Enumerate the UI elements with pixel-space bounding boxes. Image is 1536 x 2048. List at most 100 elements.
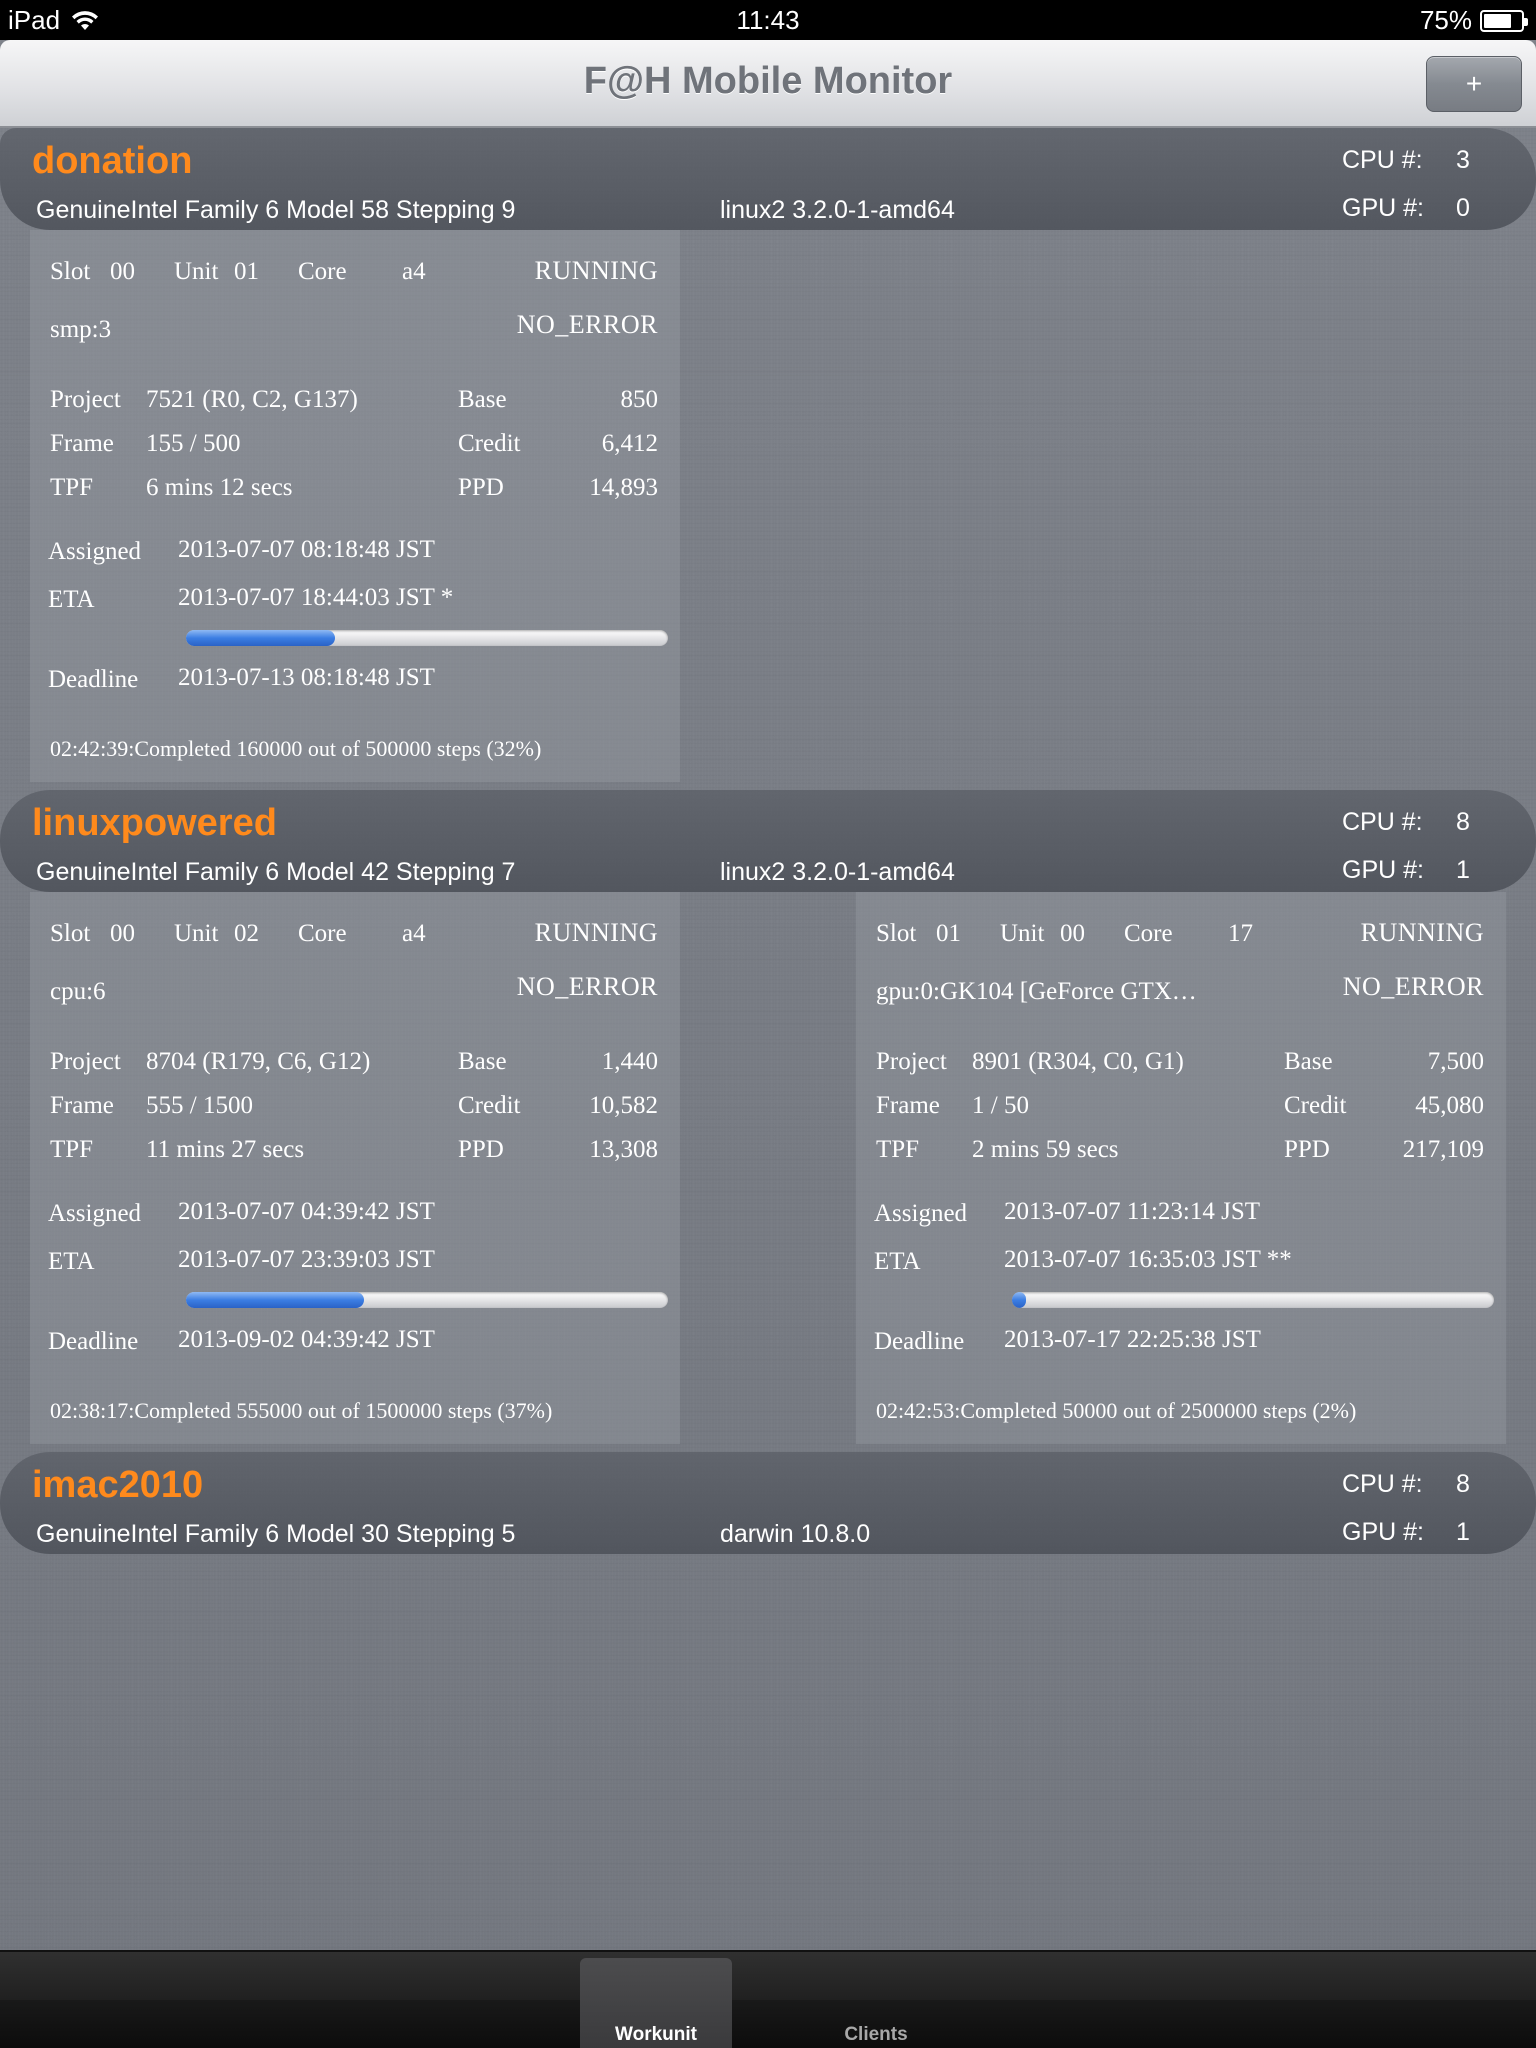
add-client-button[interactable]: + [1426,56,1522,112]
project-label: Project [50,1048,121,1075]
assigned-label: Assigned [48,1200,142,1227]
workunit-card[interactable]: Slot 01 Unit 00 Core 17 RUNNING gpu:0:GK… [856,892,1506,1444]
battery-percent: 75% [1419,5,1472,35]
frame-value: 155 / 500 [146,430,241,457]
status-badge: RUNNING [1360,918,1484,947]
tpf-label: TPF [50,474,94,501]
credit-value: 45,080 [1415,1092,1484,1119]
log-line: 02:38:17:Completed 555000 out of 1500000… [50,1398,553,1423]
gpu-count-label: GPU #: [1342,856,1424,884]
progress-bar [1012,1292,1494,1308]
host-cpu-description: GenuineIntel Family 6 Model 42 Stepping … [36,858,516,886]
error-state: NO_ERROR [516,972,658,1001]
credit-label: Credit [458,430,521,457]
deadline-value: 2013-07-13 08:18:48 JST [178,664,435,691]
cpu-count-label: CPU #: [1342,146,1423,174]
resource-value: gpu:0:GK104 [GeForce GTX… [876,978,1197,1005]
unit-value: 02 [234,920,259,947]
tab-workunit[interactable]: Workunit [580,1958,732,2048]
project-label: Project [50,386,121,413]
frame-value: 1 / 50 [972,1092,1029,1119]
slot-label: Slot [50,258,91,285]
gpu-count-value: 1 [1456,1518,1470,1546]
cpu-count-label: CPU #: [1342,1470,1423,1498]
core-label: Core [1124,920,1173,947]
credit-label: Credit [1284,1092,1347,1119]
status-badge: RUNNING [534,256,658,285]
deadline-label: Deadline [874,1328,965,1355]
eta-label: ETA [874,1248,921,1275]
host-cpu-description: GenuineIntel Family 6 Model 58 Stepping … [36,196,516,224]
assigned-label: Assigned [48,538,142,565]
assigned-label: Assigned [874,1200,968,1227]
base-value: 850 [620,386,659,413]
deadline-value: 2013-07-17 22:25:38 JST [1004,1326,1261,1353]
plus-icon: + [1465,68,1483,99]
status-bar: iPad 11:43 75% [0,0,1536,40]
workunit-card[interactable]: Slot 00 Unit 02 Core a4 RUNNING cpu:6 NO… [30,892,680,1444]
eta-value: 2013-07-07 23:39:03 JST [178,1246,435,1273]
navigation-bar: F@H Mobile Monitor + [0,40,1536,128]
core-label: Core [298,258,347,285]
tpf-label: TPF [876,1136,920,1163]
project-value: 7521 (R0, C2, G137) [146,386,358,413]
slot-value: 00 [110,920,135,947]
host-name: donation [32,140,193,182]
progress-fill [186,1292,365,1308]
host-os: darwin 10.8.0 [720,1520,871,1548]
assigned-value: 2013-07-07 08:18:48 JST [178,536,435,563]
eta-label: ETA [48,586,95,613]
page-title: F@H Mobile Monitor [583,60,953,102]
host-header-donation[interactable]: donation GenuineIntel Family 6 Model 58 … [0,128,1536,230]
deadline-value: 2013-09-02 04:39:42 JST [178,1326,435,1353]
unit-value: 01 [234,258,259,285]
base-label: Base [1284,1048,1333,1075]
progress-bar [186,630,668,646]
tab-label: Clients [844,2024,908,2045]
base-value: 1,440 [601,1048,658,1075]
frame-label: Frame [50,430,114,457]
project-value: 8901 (R304, C0, G1) [972,1048,1184,1075]
tab-clients[interactable]: Clients [800,1958,952,2048]
progress-bar [186,1292,668,1308]
credit-value: 6,412 [601,430,658,457]
battery-icon [1480,9,1528,32]
base-value: 7,500 [1427,1048,1484,1075]
unit-label: Unit [174,258,219,285]
workunit-card[interactable]: Slot 00 Unit 01 Core a4 RUNNING smp:3 NO… [30,230,680,782]
host-header-imac2010[interactable]: imac2010 GenuineIntel Family 6 Model 30 … [0,1452,1536,1554]
error-state: NO_ERROR [516,310,658,339]
tpf-label: TPF [50,1136,94,1163]
host-header-linuxpowered[interactable]: linuxpowered GenuineIntel Family 6 Model… [0,790,1536,892]
deadline-label: Deadline [48,1328,139,1355]
assigned-value: 2013-07-07 11:23:14 JST [1004,1198,1261,1225]
progress-fill [1012,1292,1027,1308]
tab-bar: Workunit Clients [0,1950,1536,2048]
cpu-count-label: CPU #: [1342,808,1423,836]
log-line: 02:42:53:Completed 50000 out of 2500000 … [876,1398,1357,1423]
ppd-value: 14,893 [589,474,658,501]
credit-label: Credit [458,1092,521,1119]
unit-value: 00 [1060,920,1085,947]
core-value: a4 [402,258,426,285]
tpf-value: 2 mins 59 secs [972,1136,1119,1163]
host-cpu-description: GenuineIntel Family 6 Model 30 Stepping … [36,1520,516,1548]
progress-fill [186,630,336,646]
cpu-count-value: 8 [1456,808,1470,836]
base-label: Base [458,1048,507,1075]
frame-label: Frame [50,1092,114,1119]
ppd-label: PPD [458,1136,504,1163]
deadline-label: Deadline [48,666,139,693]
ppd-value: 13,308 [589,1136,658,1163]
frame-label: Frame [876,1092,940,1119]
status-time: 11:43 [736,5,800,35]
assigned-value: 2013-07-07 04:39:42 JST [178,1198,435,1225]
cpu-count-value: 8 [1456,1470,1470,1498]
ppd-label: PPD [1284,1136,1330,1163]
log-line: 02:42:39:Completed 160000 out of 500000 … [50,736,542,761]
host-os: linux2 3.2.0-1-amd64 [720,196,955,224]
slot-label: Slot [50,920,91,947]
unit-label: Unit [174,920,219,947]
credit-value: 10,582 [589,1092,658,1119]
resource-value: cpu:6 [50,978,106,1005]
